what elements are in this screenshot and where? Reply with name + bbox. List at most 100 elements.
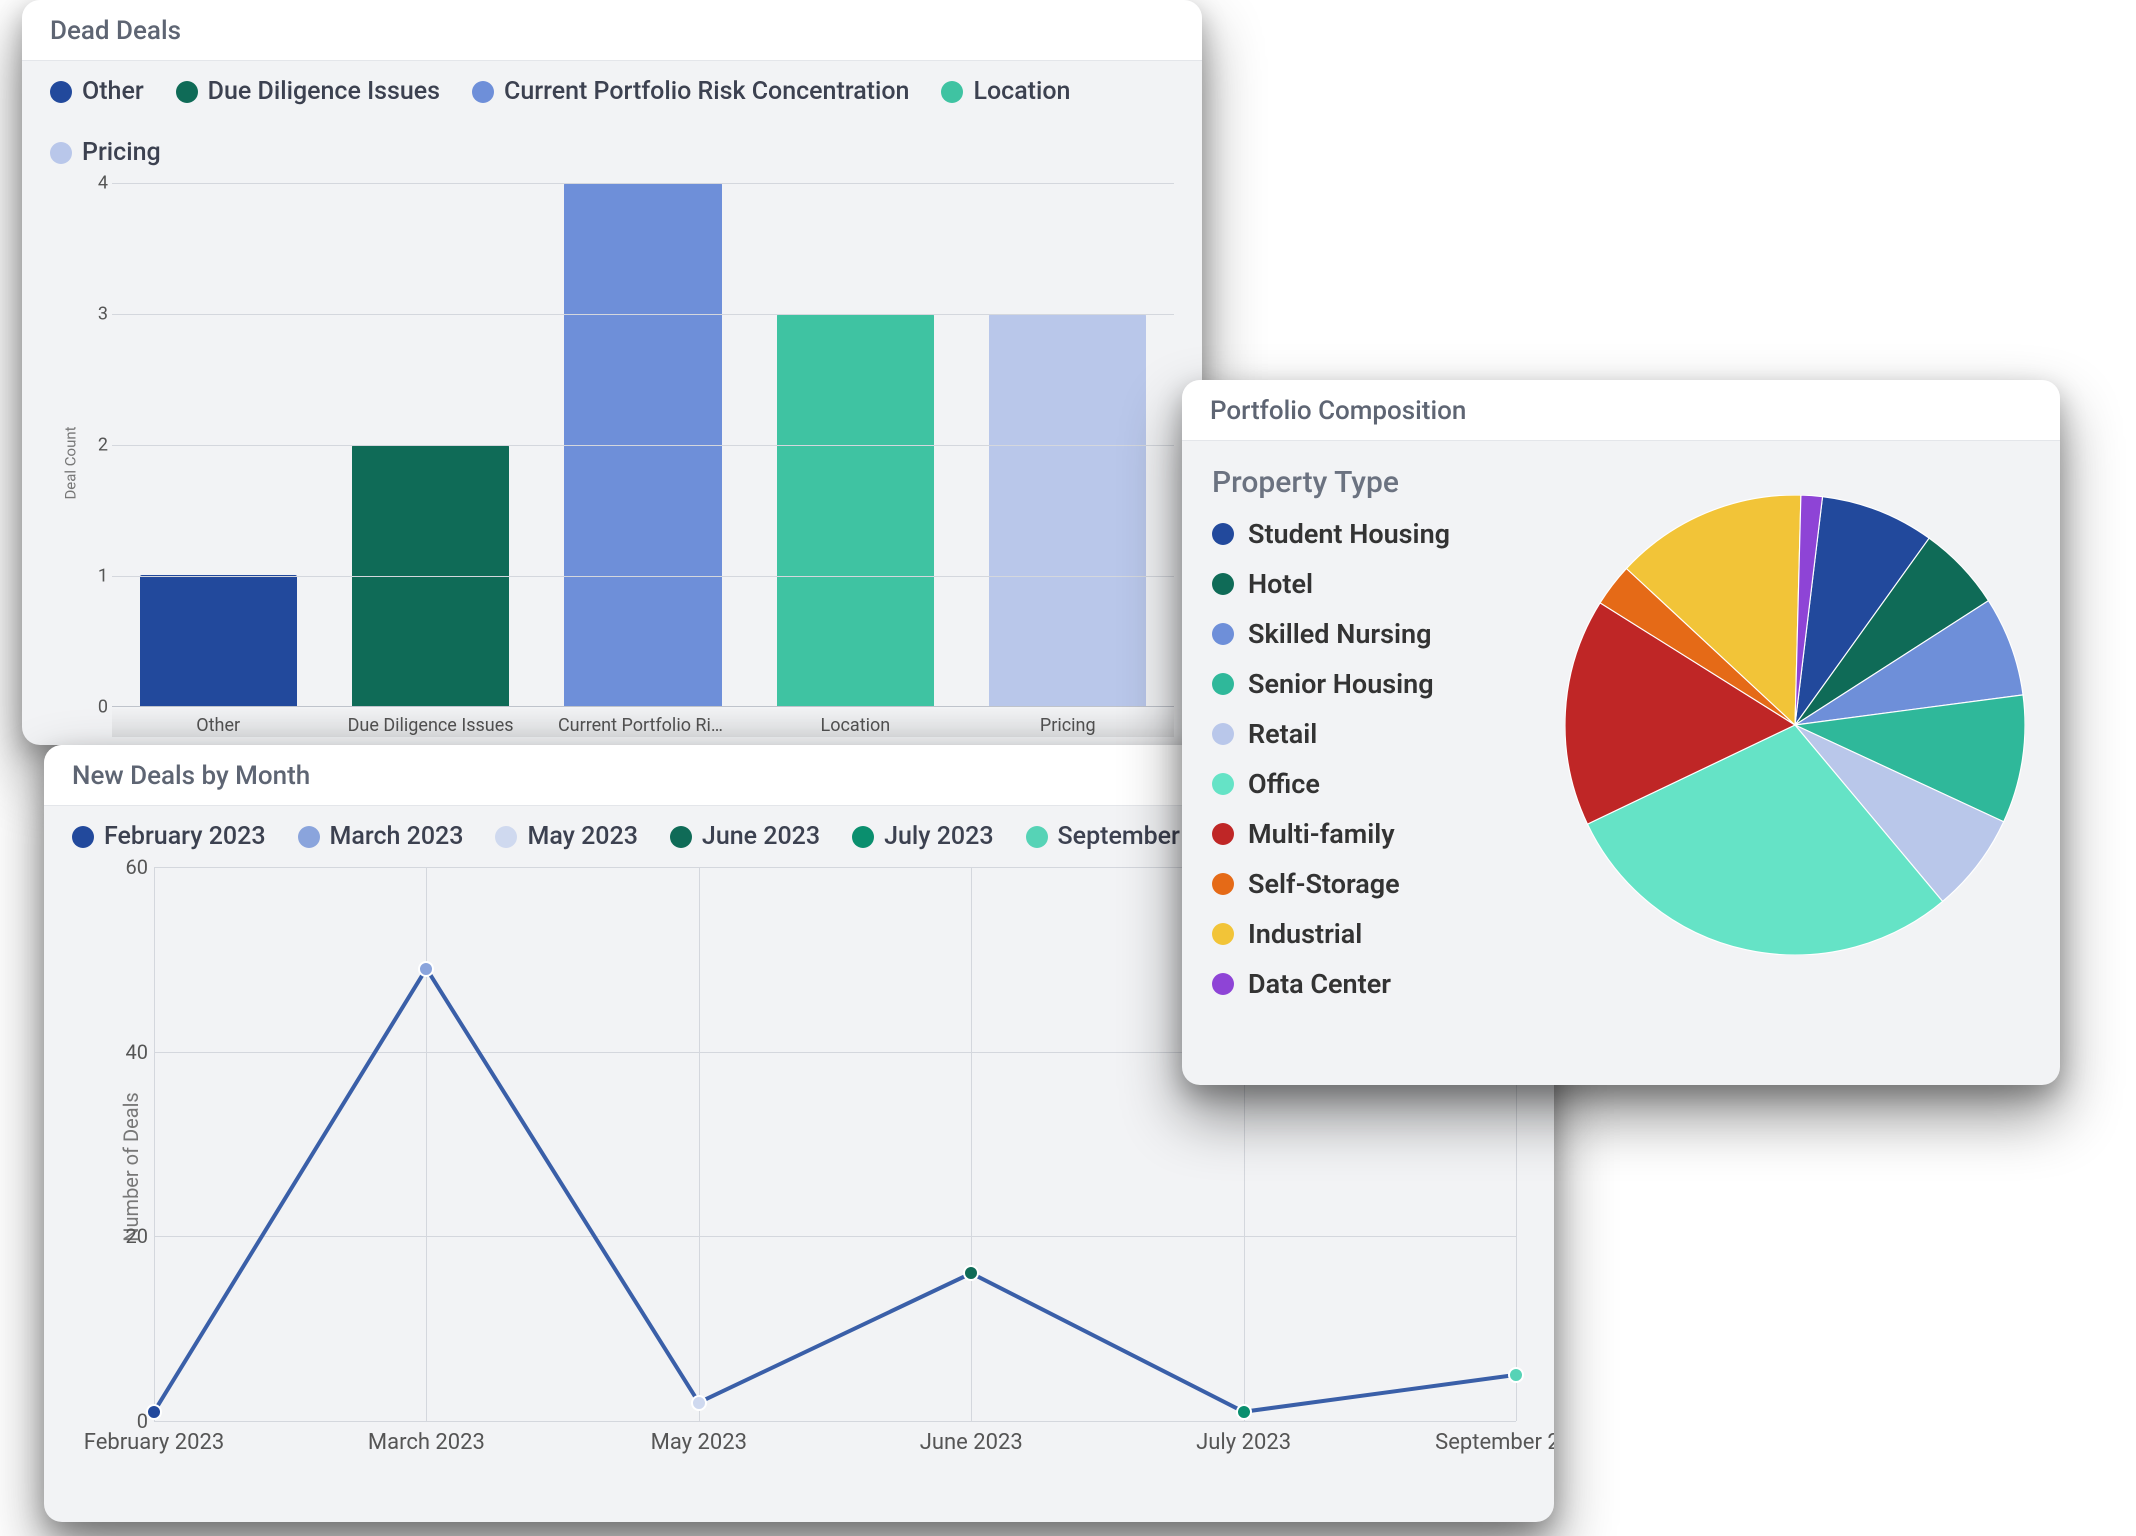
y-tick: 2 bbox=[86, 435, 108, 456]
property-type-label: Skilled Nursing bbox=[1248, 618, 1431, 650]
dead-deals-card: Dead Deals Other Due Diligence Issues Curr… bbox=[22, 0, 1202, 745]
legend-item[interactable]: Other bbox=[50, 77, 144, 106]
legend-item[interactable]: May 2023 bbox=[495, 822, 637, 851]
property-type-item[interactable]: Skilled Nursing bbox=[1212, 618, 1542, 650]
legend-swatch-icon bbox=[472, 81, 494, 103]
y-tick: 4 bbox=[86, 173, 108, 194]
legend-item[interactable]: Location bbox=[941, 77, 1070, 106]
portfolio-title: Portfolio Composition bbox=[1210, 396, 2032, 426]
legend-label: February 2023 bbox=[104, 822, 266, 851]
property-type-item[interactable]: Senior Housing bbox=[1212, 668, 1542, 700]
x-tick: June 2023 bbox=[920, 1430, 1023, 1455]
legend-swatch-icon bbox=[1212, 573, 1234, 595]
property-type-label: Office bbox=[1248, 768, 1320, 800]
property-type-label: Hotel bbox=[1248, 568, 1313, 600]
legend-swatch-icon bbox=[1212, 923, 1234, 945]
legend-swatch-icon bbox=[176, 81, 198, 103]
legend-swatch-icon bbox=[298, 826, 320, 848]
y-tick: 1 bbox=[86, 566, 108, 587]
y-tick: 3 bbox=[86, 304, 108, 325]
property-type-item[interactable]: Hotel bbox=[1212, 568, 1542, 600]
legend-swatch-icon bbox=[670, 826, 692, 848]
legend-swatch-icon bbox=[1212, 523, 1234, 545]
legend-swatch-icon bbox=[941, 81, 963, 103]
legend-swatch-icon bbox=[1212, 723, 1234, 745]
y-tick: 40 bbox=[114, 1040, 148, 1064]
legend-label: March 2023 bbox=[330, 822, 464, 851]
data-point[interactable] bbox=[418, 961, 434, 977]
x-tick: September 2023 bbox=[1435, 1430, 1554, 1455]
dead-deals-ylabel: Deal Count bbox=[62, 426, 80, 499]
bar[interactable] bbox=[777, 314, 934, 706]
new-deals-ylabel: Number of Deals bbox=[119, 1092, 143, 1242]
y-tick: 0 bbox=[86, 697, 108, 718]
dead-deals-header: Dead Deals bbox=[22, 0, 1202, 61]
legend-item[interactable]: June 2023 bbox=[670, 822, 820, 851]
x-tick: July 2023 bbox=[1196, 1430, 1291, 1455]
legend-item[interactable]: July 2023 bbox=[852, 822, 993, 851]
property-type-item[interactable]: Self-Storage bbox=[1212, 868, 1542, 900]
property-type-item[interactable]: Data Center bbox=[1212, 968, 1542, 1000]
portfolio-header: Portfolio Composition bbox=[1182, 380, 2060, 441]
legend-label: Pricing bbox=[82, 138, 161, 167]
legend-swatch-icon bbox=[495, 826, 517, 848]
legend-label: Location bbox=[973, 77, 1070, 106]
x-tick: March 2023 bbox=[368, 1430, 485, 1455]
legend-swatch-icon bbox=[1212, 823, 1234, 845]
legend-swatch-icon bbox=[50, 142, 72, 164]
property-type-item[interactable]: Retail bbox=[1212, 718, 1542, 750]
x-category-label: Pricing bbox=[1040, 715, 1096, 736]
property-type-label: Self-Storage bbox=[1248, 868, 1400, 900]
x-category-label: Due Diligence Issues bbox=[348, 715, 514, 736]
dead-deals-title: Dead Deals bbox=[50, 16, 1174, 46]
legend-label: Current Portfolio Risk Concentration bbox=[504, 77, 909, 106]
legend-label: June 2023 bbox=[702, 822, 820, 851]
property-type-label: Retail bbox=[1248, 718, 1317, 750]
data-point[interactable] bbox=[1508, 1367, 1524, 1383]
legend-item[interactable]: February 2023 bbox=[72, 822, 266, 851]
legend-swatch-icon bbox=[50, 81, 72, 103]
x-tick: May 2023 bbox=[651, 1430, 747, 1455]
legend-label: July 2023 bbox=[884, 822, 993, 851]
bar[interactable] bbox=[140, 575, 297, 706]
property-type-item[interactable]: Office bbox=[1212, 768, 1542, 800]
x-category-label: Current Portfolio Risk Co... bbox=[558, 715, 728, 736]
property-type-label: Industrial bbox=[1248, 918, 1362, 950]
x-tick: February 2023 bbox=[84, 1430, 224, 1455]
legend-swatch-icon bbox=[1212, 623, 1234, 645]
legend-swatch-icon bbox=[72, 826, 94, 848]
property-type-label: Multi-family bbox=[1248, 818, 1395, 850]
legend-swatch-icon bbox=[1212, 873, 1234, 895]
dead-deals-legend: Other Due Diligence Issues Current Portfol… bbox=[22, 61, 1202, 173]
portfolio-subtitle: Property Type bbox=[1212, 465, 1542, 500]
x-category-label: Location bbox=[821, 715, 891, 736]
property-type-item[interactable]: Multi-family bbox=[1212, 818, 1542, 850]
legend-item[interactable]: March 2023 bbox=[298, 822, 464, 851]
data-point[interactable] bbox=[691, 1395, 707, 1411]
property-type-label: Data Center bbox=[1248, 968, 1391, 1000]
property-type-item[interactable]: Industrial bbox=[1212, 918, 1542, 950]
legend-item[interactable]: Due Diligence Issues bbox=[176, 77, 440, 106]
legend-item[interactable]: Current Portfolio Risk Concentration bbox=[472, 77, 909, 106]
property-type-item[interactable]: Student Housing bbox=[1212, 518, 1542, 550]
legend-swatch-icon bbox=[1026, 826, 1048, 848]
legend-label: Due Diligence Issues bbox=[208, 77, 440, 106]
portfolio-card: Portfolio Composition Property Type Stud… bbox=[1182, 380, 2060, 1085]
property-type-label: Student Housing bbox=[1248, 518, 1450, 550]
y-tick: 20 bbox=[114, 1224, 148, 1248]
property-type-legend: Student Housing Hotel Skilled Nursing Senio… bbox=[1212, 518, 1542, 1000]
data-point[interactable] bbox=[1236, 1404, 1252, 1420]
legend-swatch-icon bbox=[1212, 673, 1234, 695]
legend-label: Other bbox=[82, 77, 144, 106]
legend-item[interactable]: Pricing bbox=[50, 138, 161, 167]
legend-label: May 2023 bbox=[527, 822, 637, 851]
property-type-label: Senior Housing bbox=[1248, 668, 1434, 700]
data-point[interactable] bbox=[146, 1404, 162, 1420]
x-category-label: Other bbox=[196, 715, 240, 736]
dead-deals-chart: Deal Count OtherDue Diligence IssuesCurr… bbox=[82, 183, 1174, 743]
bar[interactable] bbox=[989, 314, 1146, 706]
legend-swatch-icon bbox=[1212, 973, 1234, 995]
portfolio-pie bbox=[1560, 465, 2030, 985]
legend-swatch-icon bbox=[852, 826, 874, 848]
y-tick: 60 bbox=[114, 855, 148, 879]
